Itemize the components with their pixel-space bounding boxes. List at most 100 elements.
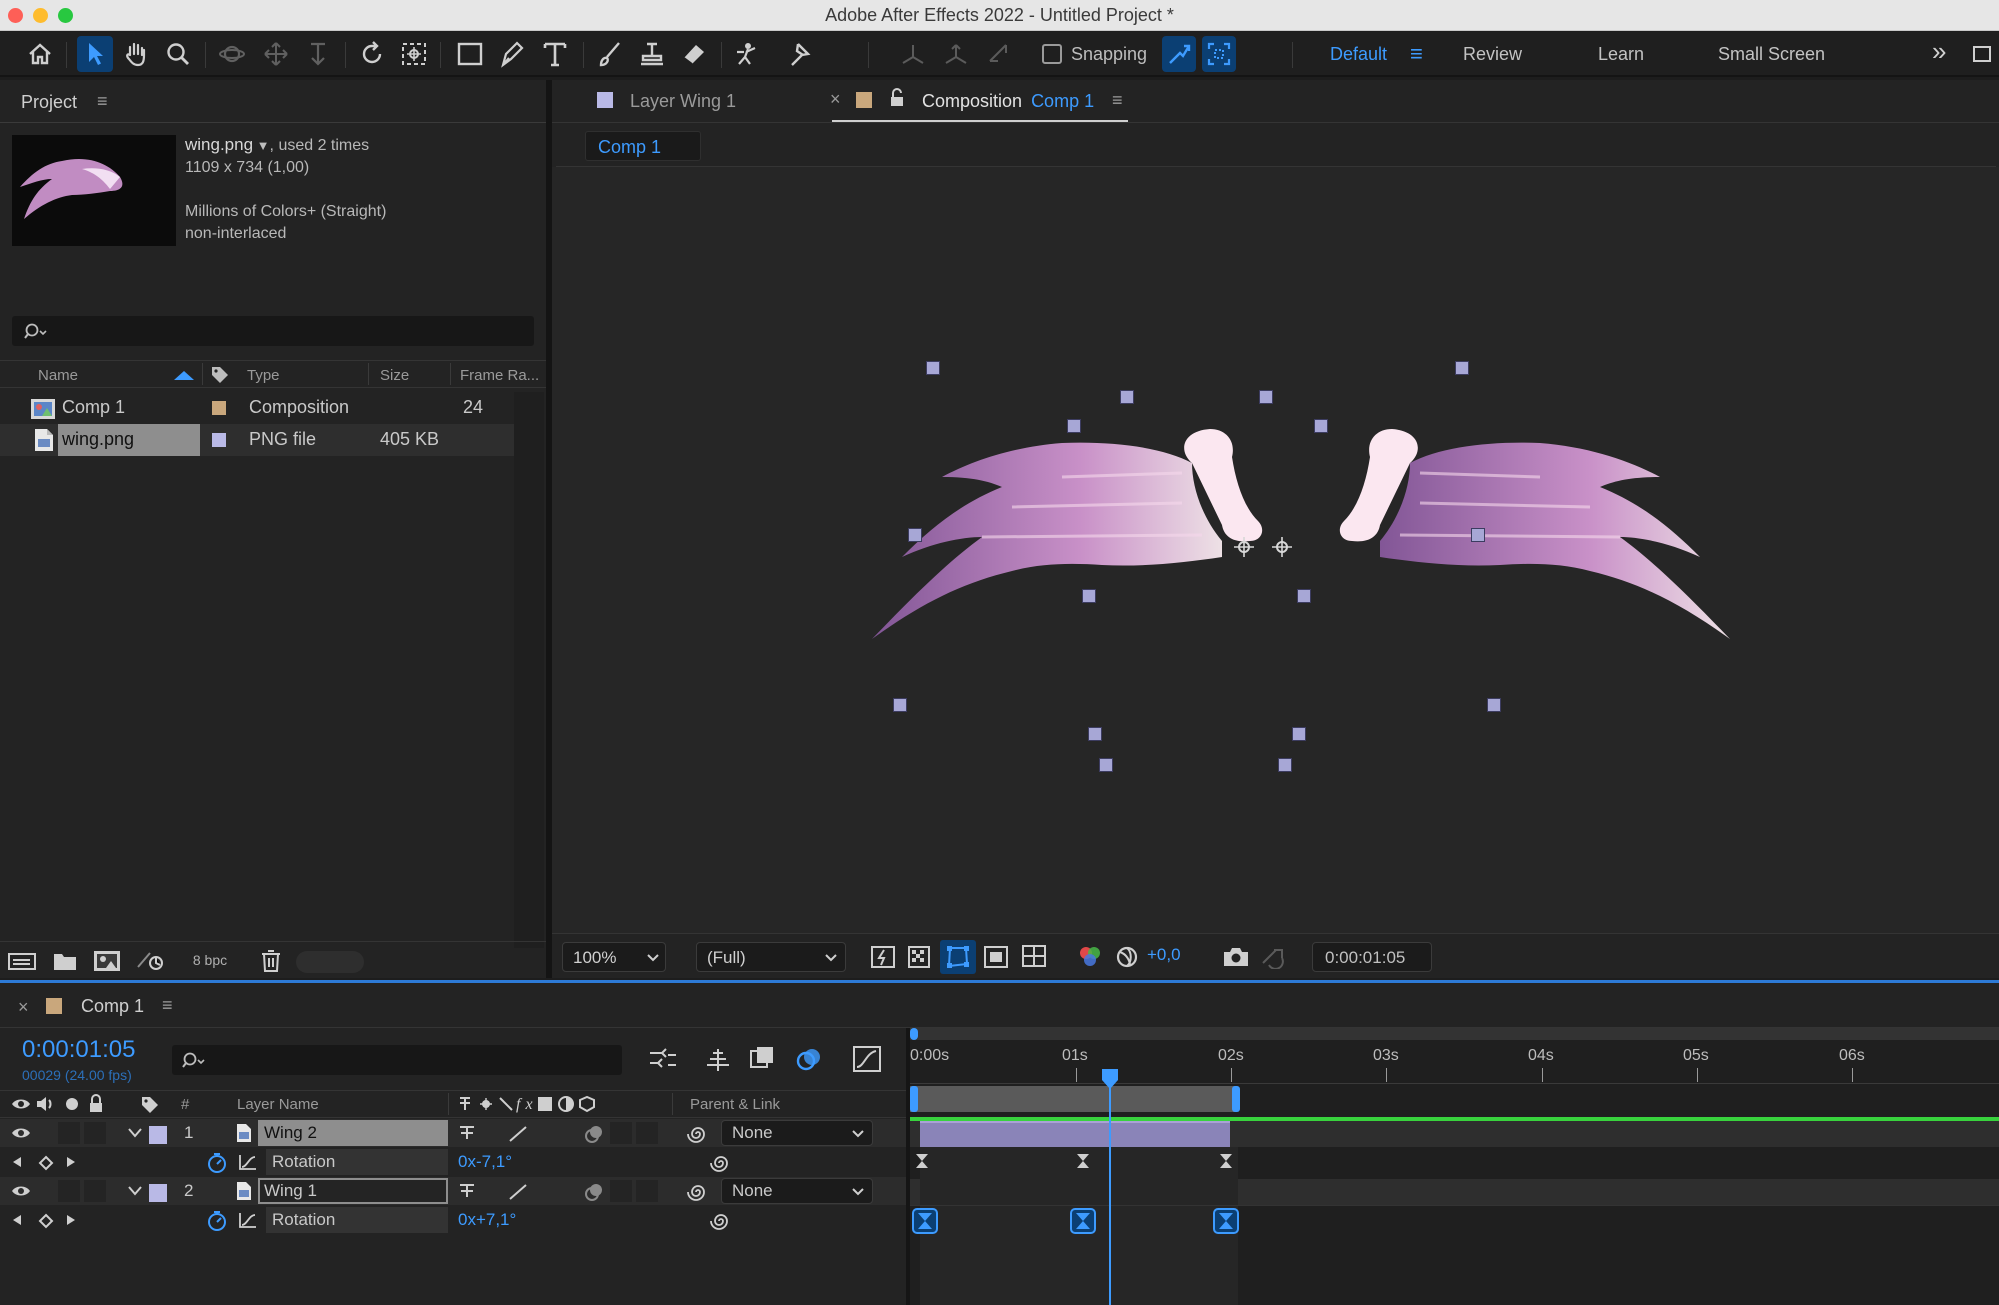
new-folder-icon[interactable]	[52, 950, 78, 972]
keyframe-icon[interactable]	[1216, 1151, 1236, 1171]
transform-handle[interactable]	[893, 698, 907, 712]
stopwatch-icon[interactable]	[206, 1210, 228, 1232]
label-tag-icon[interactable]	[210, 365, 230, 385]
selected-keyframe-icon[interactable]	[1070, 1208, 1096, 1234]
timeline-tab[interactable]: Comp 1	[81, 996, 144, 1017]
zoom-tool-icon[interactable]	[160, 36, 196, 72]
project-scrollbar[interactable]	[514, 392, 544, 948]
composition-mini-flowchart-icon[interactable]	[648, 1047, 678, 1073]
next-keyframe-icon[interactable]	[66, 1214, 76, 1226]
resolution-dropdown[interactable]: (Full)	[696, 942, 846, 972]
shy-switch-icon[interactable]	[457, 1124, 477, 1142]
solo-toggle[interactable]	[58, 1180, 80, 1202]
expression-pick-whip-icon[interactable]	[710, 1152, 732, 1174]
property-row[interactable]: Rotation 0x+7,1°	[0, 1205, 906, 1235]
pen-tool-icon[interactable]	[494, 36, 530, 72]
adjust-project-settings-icon[interactable]	[136, 949, 168, 973]
solo-header-icon[interactable]	[66, 1098, 78, 1110]
more-workspaces-button[interactable]: »	[1932, 36, 1946, 67]
work-area-end-handle[interactable]	[1232, 1086, 1240, 1112]
grid-guides-icon[interactable]	[1020, 943, 1048, 971]
project-item-png[interactable]: wing.png PNG file 405 KB	[0, 424, 514, 456]
anchor-point-icon[interactable]	[1232, 535, 1256, 559]
roto-brush-tool-icon[interactable]	[730, 36, 766, 72]
layer-row[interactable]: 1 Wing 2 None	[0, 1119, 906, 1147]
lock-header-icon[interactable]	[88, 1094, 104, 1114]
add-keyframe-icon[interactable]	[38, 1155, 54, 1171]
layer-row[interactable]: 2 Wing 1 None	[0, 1177, 906, 1205]
tab-composition[interactable]: Composition Comp 1	[922, 91, 1094, 112]
snap-features-icon[interactable]	[1202, 36, 1236, 72]
3d-switch[interactable]	[636, 1122, 658, 1144]
project-item-comp[interactable]: Comp 1 Composition 24	[0, 392, 514, 424]
orbit-camera-icon[interactable]	[214, 36, 250, 72]
footage-filename[interactable]: wing.png	[185, 135, 253, 154]
composition-canvas[interactable]	[552, 167, 1999, 933]
close-timeline-tab-icon[interactable]: ×	[18, 997, 29, 1018]
lock-toggle[interactable]	[84, 1122, 106, 1144]
keyframe-icon[interactable]	[1073, 1151, 1093, 1171]
trash-icon[interactable]	[260, 949, 282, 973]
layer-duration-bar[interactable]	[920, 1121, 1230, 1147]
puppet-pin-tool-icon[interactable]	[782, 36, 818, 72]
label-color-swatch[interactable]	[212, 433, 226, 447]
dolly-camera-icon[interactable]	[300, 36, 336, 72]
label-header-icon[interactable]	[140, 1095, 160, 1115]
column-size[interactable]: Size	[380, 367, 409, 384]
transform-handle[interactable]	[908, 528, 922, 542]
exposure-value[interactable]: +0,0	[1147, 945, 1181, 965]
audio-header-icon[interactable]	[35, 1095, 55, 1113]
thumbnail-size-slider[interactable]	[296, 951, 364, 973]
rotation-value[interactable]: 0x+7,1°	[458, 1210, 516, 1230]
keyframe-icon[interactable]	[912, 1151, 932, 1171]
pick-whip-icon[interactable]	[687, 1123, 709, 1145]
show-channel-icon[interactable]	[1076, 944, 1104, 970]
timeline-panel-menu-icon[interactable]: ≡	[162, 995, 173, 1016]
adjustment-switch[interactable]	[610, 1122, 632, 1144]
show-snapshot-icon[interactable]	[1260, 945, 1286, 969]
transform-handle[interactable]	[1259, 390, 1273, 404]
transform-handle[interactable]	[1099, 758, 1113, 772]
transform-handle[interactable]	[1067, 419, 1081, 433]
workspace-learn[interactable]: Learn	[1598, 44, 1644, 65]
new-composition-icon[interactable]	[93, 949, 121, 973]
layer-name-header[interactable]: Layer Name	[237, 1096, 319, 1113]
solo-toggle[interactable]	[58, 1122, 80, 1144]
clone-stamp-tool-icon[interactable]	[634, 36, 670, 72]
snapshot-camera-icon[interactable]	[1222, 945, 1250, 969]
time-graph[interactable]: 0:00s 01s 02s 03s 04s 05s 06s	[910, 1028, 1999, 1305]
workspace-review[interactable]: Review	[1463, 44, 1522, 65]
quality-switch-icon[interactable]	[507, 1124, 529, 1144]
workspace-menu-icon[interactable]: ≡	[1410, 41, 1423, 67]
transform-handle[interactable]	[1487, 698, 1501, 712]
transparency-grid-icon[interactable]	[907, 945, 931, 969]
sort-ascending-icon[interactable]	[174, 370, 194, 380]
reset-exposure-icon[interactable]	[1114, 944, 1140, 970]
rotation-tool-icon[interactable]	[354, 36, 390, 72]
timeline-search-input[interactable]	[172, 1045, 622, 1075]
expand-chevron-icon[interactable]	[128, 1128, 142, 1138]
stopwatch-icon[interactable]	[206, 1152, 228, 1174]
selected-keyframe-icon[interactable]	[912, 1208, 938, 1234]
column-frame-rate[interactable]: Frame Ra...	[460, 367, 539, 384]
eye-icon[interactable]	[11, 1184, 31, 1198]
property-row[interactable]: Rotation 0x-7,1°	[0, 1147, 906, 1177]
project-panel-menu-icon[interactable]: ≡	[97, 91, 108, 112]
layer-name-field[interactable]: Wing 1	[258, 1178, 448, 1204]
graph-editor-icon[interactable]	[852, 1045, 882, 1073]
navigator-start-handle[interactable]	[910, 1028, 918, 1040]
anchor-point-tool-icon[interactable]	[396, 36, 432, 72]
label-color-swatch[interactable]	[212, 401, 226, 415]
transform-handle[interactable]	[1278, 758, 1292, 772]
add-keyframe-icon[interactable]	[38, 1213, 54, 1229]
work-area-bar[interactable]	[910, 1086, 1240, 1112]
next-keyframe-icon[interactable]	[66, 1156, 76, 1168]
project-search-input[interactable]	[12, 316, 534, 346]
anchor-point-icon[interactable]	[1270, 535, 1294, 559]
hand-tool-icon[interactable]	[118, 36, 154, 72]
video-visibility-header-icon[interactable]	[11, 1097, 31, 1111]
switches-header-icons[interactable]: fx	[456, 1094, 606, 1118]
snap-edges-icon[interactable]	[1162, 36, 1196, 72]
bit-depth-button[interactable]: 8 bpc	[180, 950, 240, 972]
wing-left-image[interactable]	[862, 407, 1312, 647]
